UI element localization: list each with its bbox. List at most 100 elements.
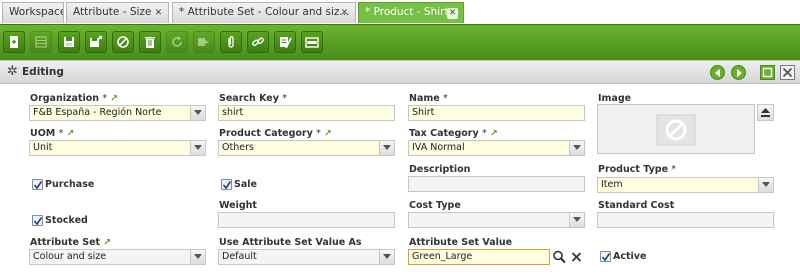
chevron-down-icon[interactable] <box>190 106 205 120</box>
name-label: Name * <box>409 93 448 104</box>
sale-label: Sale <box>234 179 257 190</box>
chevron-down-icon[interactable] <box>190 250 205 264</box>
standard-cost-field[interactable] <box>597 212 774 228</box>
organization-select[interactable]: F&B España - Región Norte <box>29 105 206 121</box>
tools-button[interactable] <box>274 31 296 53</box>
chevron-down-icon[interactable] <box>758 178 773 192</box>
refresh-button[interactable] <box>166 31 188 53</box>
close-icon[interactable]: ✕ <box>447 8 458 19</box>
weight-label: Weight <box>219 200 257 211</box>
previous-record-button[interactable] <box>710 65 725 80</box>
undo-icon <box>117 36 129 48</box>
active-checkbox[interactable] <box>600 251 611 262</box>
link-icon <box>252 37 264 47</box>
product-type-label: Product Type * <box>598 164 677 175</box>
sale-checkbox[interactable] <box>221 179 232 190</box>
export-icon <box>198 38 209 46</box>
save-button[interactable] <box>58 31 80 53</box>
image-preview[interactable] <box>597 104 755 154</box>
cost-type-select[interactable] <box>408 212 585 228</box>
attribute-set-select[interactable]: Colour and size <box>29 249 206 265</box>
checkmark-icon <box>33 181 43 190</box>
product-category-select[interactable]: Others <box>218 140 395 156</box>
trash-icon <box>145 37 155 48</box>
attribute-set-value-field[interactable]: Green_Large <box>408 249 550 265</box>
checkmark-icon <box>33 217 43 226</box>
form-header: ✲ Editing <box>0 60 800 84</box>
paperclip-icon <box>228 36 234 48</box>
chevron-down-icon[interactable] <box>379 141 394 155</box>
purchase-checkbox[interactable] <box>32 179 43 190</box>
stocked-checkbox[interactable] <box>32 215 43 226</box>
weight-field[interactable] <box>218 212 395 228</box>
close-icon <box>780 65 795 80</box>
name-field[interactable]: Shirt <box>408 105 585 121</box>
attach-button[interactable] <box>220 31 242 53</box>
tools-icon <box>280 37 292 49</box>
undo-button[interactable] <box>112 31 134 53</box>
description-label: Description <box>409 164 471 175</box>
new-button[interactable] <box>3 31 25 53</box>
attribute-set-label: Attribute Set ↗ <box>30 237 111 248</box>
close-icon[interactable]: ✕ <box>153 8 164 19</box>
delete-button[interactable] <box>139 31 161 53</box>
no-image-icon <box>656 114 696 146</box>
uom-label: UOM * ↗ <box>30 128 75 139</box>
standard-cost-label: Standard Cost <box>598 200 675 211</box>
arrow-left-icon <box>715 69 720 77</box>
tax-category-select[interactable]: IVA Normal <box>408 140 585 156</box>
search-key-label: Search Key * <box>219 93 287 104</box>
active-label: Active <box>613 251 647 262</box>
tab-label: Workspace <box>9 6 64 18</box>
organization-value: F&B España - Región Norte <box>33 107 162 118</box>
description-field[interactable] <box>408 176 585 192</box>
new-icon <box>10 36 18 48</box>
next-record-button[interactable] <box>731 65 746 80</box>
toolbar <box>0 24 800 60</box>
tab-label: * Product - Shirt <box>365 6 449 18</box>
uom-select[interactable]: Unit <box>29 140 206 156</box>
close-form-button[interactable] <box>780 65 795 80</box>
tab-workspace[interactable]: Workspace <box>2 2 64 23</box>
chevron-down-icon[interactable] <box>569 213 584 227</box>
attribute-set-value-search-button[interactable] <box>552 249 567 265</box>
close-icon[interactable]: ✕ <box>339 8 350 19</box>
maximize-icon <box>760 65 775 80</box>
save-close-button[interactable] <box>85 31 107 53</box>
maximize-button[interactable] <box>760 65 775 80</box>
tab-bar: Workspace Attribute - Size ✕ * Attribute… <box>0 0 800 24</box>
purchase-label: Purchase <box>45 179 95 190</box>
chevron-down-icon[interactable] <box>569 141 584 155</box>
audit-button[interactable] <box>301 31 323 53</box>
search-key-field[interactable]: shirt <box>218 105 395 121</box>
tax-category-label: Tax Category * ↗ <box>409 128 498 139</box>
save-icon <box>64 37 74 47</box>
tab-attribute-set[interactable]: * Attribute Set - Colour and siz... ✕ <box>172 2 356 23</box>
chevron-down-icon[interactable] <box>190 141 205 155</box>
tab-product-shirt[interactable]: * Product - Shirt ✕ <box>358 2 464 23</box>
use-attribute-set-value-as-label: Use Attribute Set Value As <box>219 237 362 248</box>
tab-attribute-size[interactable]: Attribute - Size ✕ <box>66 2 169 23</box>
product-type-select[interactable]: Item <box>597 177 774 193</box>
clear-icon <box>571 252 582 262</box>
attribute-set-value-label: Attribute Set Value <box>409 237 513 248</box>
checkmark-icon <box>222 181 232 190</box>
upload-image-button[interactable] <box>757 104 774 121</box>
form-status-title: Editing <box>22 66 64 78</box>
link-button[interactable] <box>247 31 269 53</box>
save-close-icon <box>90 35 103 47</box>
export-button[interactable] <box>193 31 215 53</box>
refresh-icon <box>172 36 182 47</box>
audit-icon <box>305 37 319 48</box>
attribute-set-value-clear-button[interactable] <box>569 249 584 265</box>
use-attribute-set-value-as-select[interactable]: Default <box>218 249 395 265</box>
upload-icon <box>761 108 770 117</box>
grid-view-button[interactable] <box>30 31 52 53</box>
tab-label: Attribute - Size <box>73 6 152 18</box>
checkmark-icon <box>601 253 611 262</box>
organization-label: Organization * ↗ <box>30 93 118 104</box>
stocked-label: Stocked <box>45 215 88 226</box>
arrow-right-icon <box>737 69 742 77</box>
tab-label: * Attribute Set - Colour and siz... <box>179 6 350 18</box>
chevron-down-icon[interactable] <box>379 250 394 264</box>
